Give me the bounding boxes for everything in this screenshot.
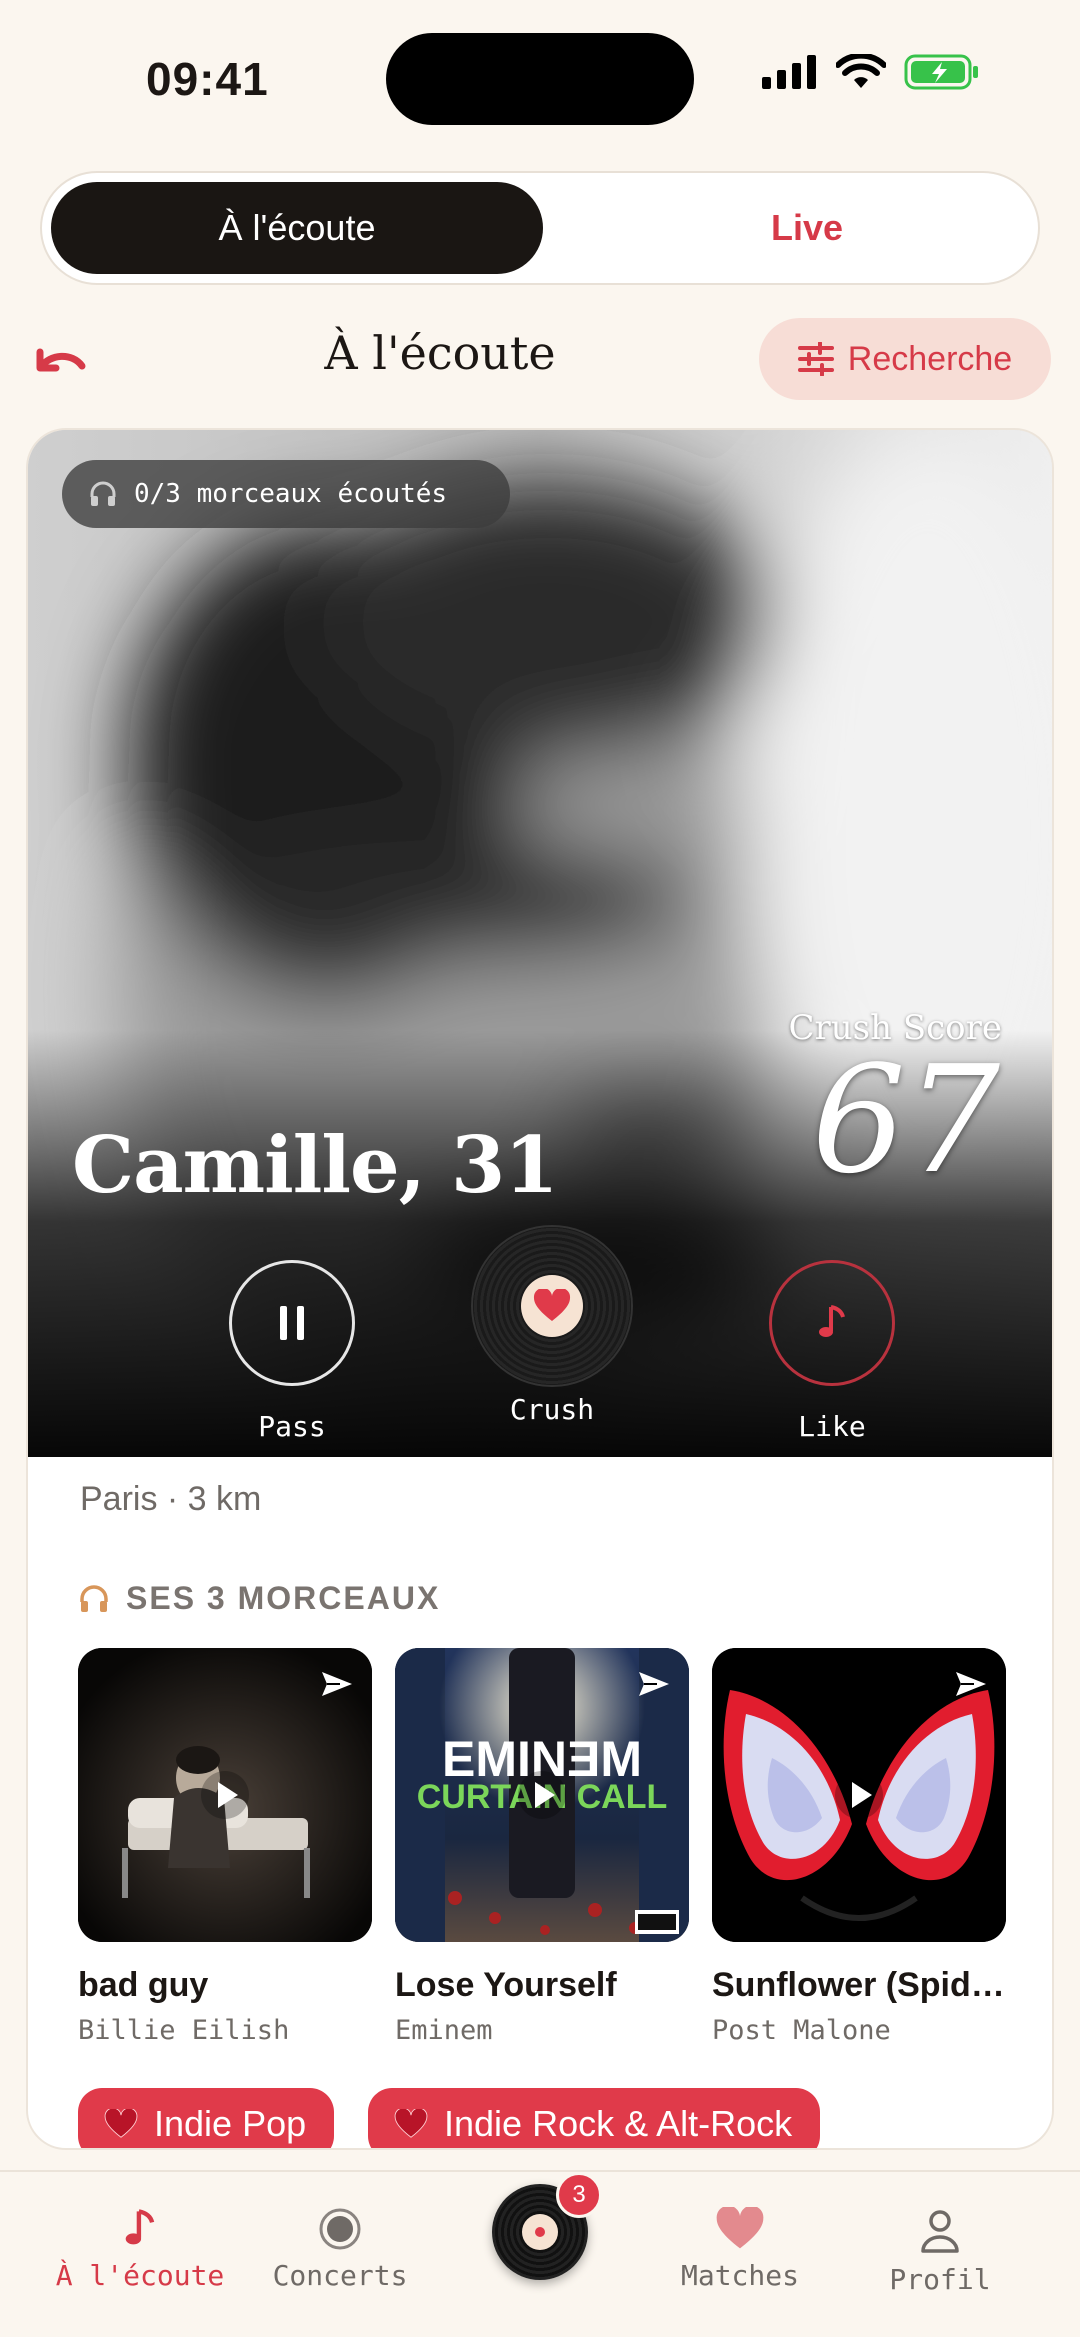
pass-circle bbox=[229, 1260, 355, 1386]
heart-icon bbox=[533, 1289, 571, 1321]
profile-card: 0/3 morceaux écoutés Crush Score 67 Cami… bbox=[26, 428, 1054, 2150]
notification-badge: 3 bbox=[556, 2172, 602, 2218]
tab-matches-label: Matches bbox=[680, 2259, 799, 2292]
track-title-1: bad guy bbox=[78, 1966, 209, 2004]
track-card-2[interactable]: EMINƎM CURTAIN CALL Lose Yourself Eminem bbox=[395, 1648, 689, 2046]
tracks-section-label: SES 3 MORCEAUX bbox=[126, 1580, 441, 1616]
tab-listening[interactable]: À l'écoute bbox=[51, 182, 543, 274]
track-card-1[interactable]: bad guy Billie Eilish bbox=[78, 1648, 372, 2046]
album-cover-1[interactable] bbox=[78, 1648, 372, 1942]
person-icon bbox=[921, 2210, 959, 2253]
battery-icon bbox=[904, 54, 978, 90]
tab-concerts[interactable]: Concerts bbox=[240, 2207, 440, 2292]
tab-profile-label: Profil bbox=[889, 2263, 991, 2296]
pause-icon bbox=[280, 1306, 304, 1340]
search-label: Recherche bbox=[847, 339, 1013, 378]
tab-live[interactable]: Live bbox=[582, 182, 1032, 274]
tab-concerts-label: Concerts bbox=[272, 2259, 408, 2292]
crush-button[interactable]: Crush bbox=[462, 1227, 642, 1426]
track-card-3[interactable]: Sunflower (Spid… Post Malone bbox=[712, 1648, 1006, 2046]
genre-chip-1[interactable]: Indie Pop bbox=[78, 2088, 335, 2148]
pass-button[interactable]: Pass bbox=[202, 1260, 382, 1443]
album-cover-3[interactable] bbox=[712, 1648, 1006, 1942]
wifi-icon bbox=[836, 54, 886, 88]
tab-listening-nav[interactable]: À l'écoute bbox=[40, 2207, 240, 2292]
crush-label: Crush bbox=[509, 1393, 595, 1426]
crush-score-value: 67 bbox=[811, 1034, 1000, 1206]
search-button[interactable]: Recherche bbox=[759, 318, 1051, 400]
track-title-2: Lose Yourself bbox=[395, 1966, 617, 2004]
pass-label: Pass bbox=[258, 1410, 326, 1443]
tab-bar: À l'écoute Concerts 3 Matches Profil bbox=[0, 2170, 1080, 2337]
status-time: 09:41 bbox=[146, 53, 269, 105]
heart-icon bbox=[716, 2207, 764, 2249]
headphones-icon bbox=[80, 1584, 108, 1612]
person-name-age: Camille, 31 bbox=[72, 1120, 559, 1211]
heart-icon bbox=[104, 2109, 138, 2138]
tab-matches[interactable]: Matches bbox=[640, 2207, 840, 2292]
music-note-icon bbox=[819, 1305, 845, 1337]
like-circle bbox=[769, 1260, 895, 1386]
profile-photo[interactable]: 0/3 morceaux écoutés Crush Score 67 Cami… bbox=[28, 430, 1052, 1457]
genre-chip-2[interactable]: Indie Rock & Alt-Rock bbox=[368, 2088, 821, 2148]
track-artist-2: Eminem bbox=[395, 2015, 493, 2046]
mode-switch: À l'écoute Live bbox=[40, 171, 1040, 285]
page-title: À l'écoute bbox=[324, 326, 556, 380]
track-artist-1: Billie Eilish bbox=[78, 2015, 290, 2046]
location-distance: Paris · 3 km bbox=[80, 1480, 262, 1518]
heart-icon bbox=[394, 2109, 428, 2138]
album-cover-2[interactable]: EMINƎM CURTAIN CALL bbox=[395, 1648, 689, 1942]
tracks-section-title: SES 3 MORCEAUX bbox=[78, 1580, 440, 1617]
genre-chip-1-label: Indie Pop bbox=[154, 2103, 307, 2144]
send-icon[interactable] bbox=[320, 1670, 354, 1698]
headphones-icon bbox=[90, 481, 116, 506]
like-label: Like bbox=[798, 1410, 866, 1443]
filters-icon bbox=[797, 342, 834, 376]
send-icon[interactable] bbox=[954, 1670, 988, 1698]
listen-progress-text: 0/3 morceaux écoutés bbox=[134, 479, 448, 509]
center-dot-icon bbox=[535, 2227, 545, 2237]
track-artist-3: Post Malone bbox=[712, 2015, 891, 2046]
tab-listening-label: À l'écoute bbox=[55, 2259, 225, 2292]
send-icon[interactable] bbox=[637, 1670, 671, 1698]
music-note-icon bbox=[125, 2209, 155, 2245]
tab-profile[interactable]: Profil bbox=[840, 2207, 1040, 2296]
vinyl-record bbox=[473, 1227, 631, 1385]
dynamic-island bbox=[386, 33, 694, 125]
status-icons bbox=[762, 54, 980, 90]
record-icon bbox=[319, 2208, 361, 2250]
play-icon[interactable] bbox=[834, 1770, 884, 1820]
listen-progress-pill: 0/3 morceaux écoutés bbox=[62, 460, 510, 528]
play-icon[interactable] bbox=[200, 1770, 250, 1820]
signal-icon bbox=[762, 55, 816, 89]
genre-chip-2-label: Indie Rock & Alt-Rock bbox=[444, 2103, 793, 2144]
like-button[interactable]: Like bbox=[742, 1260, 922, 1443]
play-icon[interactable] bbox=[517, 1770, 567, 1820]
track-title-3: Sunflower (Spid… bbox=[712, 1966, 1005, 2004]
